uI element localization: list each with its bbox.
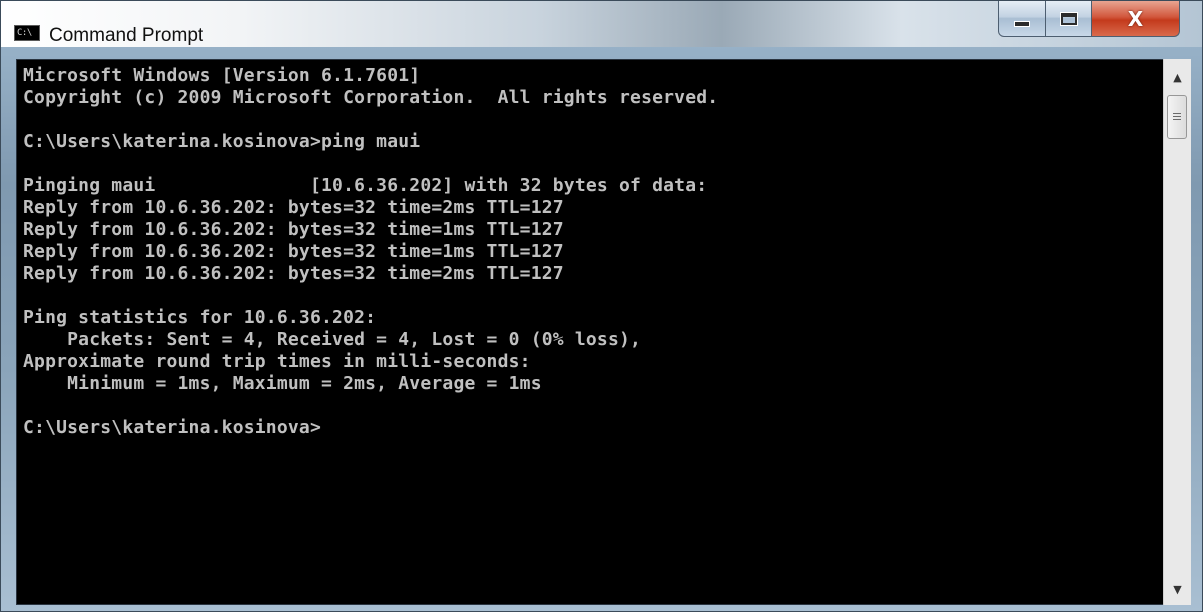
minimize-button[interactable] [998, 1, 1046, 37]
title-bar[interactable]: C:\ Command Prompt X [1, 1, 1202, 47]
console-line: Ping statistics for 10.6.36.202: [23, 307, 377, 328]
console-line: Packets: Sent = 4, Received = 4, Lost = … [23, 329, 642, 350]
command-prompt-window: C:\ Command Prompt X Microsoft Windows [… [0, 0, 1203, 612]
console-line: Minimum = 1ms, Maximum = 2ms, Average = … [23, 373, 542, 394]
caption-buttons: X [998, 1, 1180, 39]
console-line: Pinging maui [10.6.36.202] with 32 bytes… [23, 175, 708, 196]
console-prompt-line[interactable]: C:\Users\katerina.kosinova> [23, 417, 718, 439]
arrow-up-icon: ▲ [1173, 70, 1182, 84]
console-output-area[interactable]: Microsoft Windows [Version 6.1.7601] Copy… [16, 59, 1165, 605]
scroll-up-button[interactable]: ▲ [1164, 65, 1191, 89]
scrollbar-thumb[interactable] [1167, 95, 1187, 139]
console-line: Reply from 10.6.36.202: bytes=32 time=2m… [23, 263, 564, 284]
console-line: Reply from 10.6.36.202: bytes=32 time=1m… [23, 219, 564, 240]
maximize-icon [1059, 11, 1078, 26]
arrow-down-icon: ▼ [1173, 582, 1182, 596]
scroll-down-button[interactable]: ▼ [1164, 577, 1191, 601]
minimize-icon [1014, 20, 1030, 27]
console-line: Reply from 10.6.36.202: bytes=32 time=2m… [23, 197, 564, 218]
console-app-icon[interactable]: C:\ [14, 25, 40, 41]
vertical-scrollbar[interactable]: ▲ ▼ [1163, 59, 1191, 605]
console-line: Microsoft Windows [Version 6.1.7601] [23, 65, 421, 86]
console-line: C:\Users\katerina.kosinova>ping maui [23, 131, 421, 152]
close-button[interactable]: X [1092, 1, 1180, 37]
grip-icon [1173, 112, 1181, 122]
window-title: Command Prompt [49, 25, 204, 46]
maximize-button[interactable] [1046, 1, 1092, 37]
close-icon: X [1127, 6, 1144, 31]
console-line: Copyright (c) 2009 Microsoft Corporation… [23, 87, 719, 108]
console-line: Reply from 10.6.36.202: bytes=32 time=1m… [23, 241, 564, 262]
console-text: Microsoft Windows [Version 6.1.7601] Copy… [23, 65, 718, 439]
console-line: Approximate round trip times in milli-se… [23, 351, 531, 372]
